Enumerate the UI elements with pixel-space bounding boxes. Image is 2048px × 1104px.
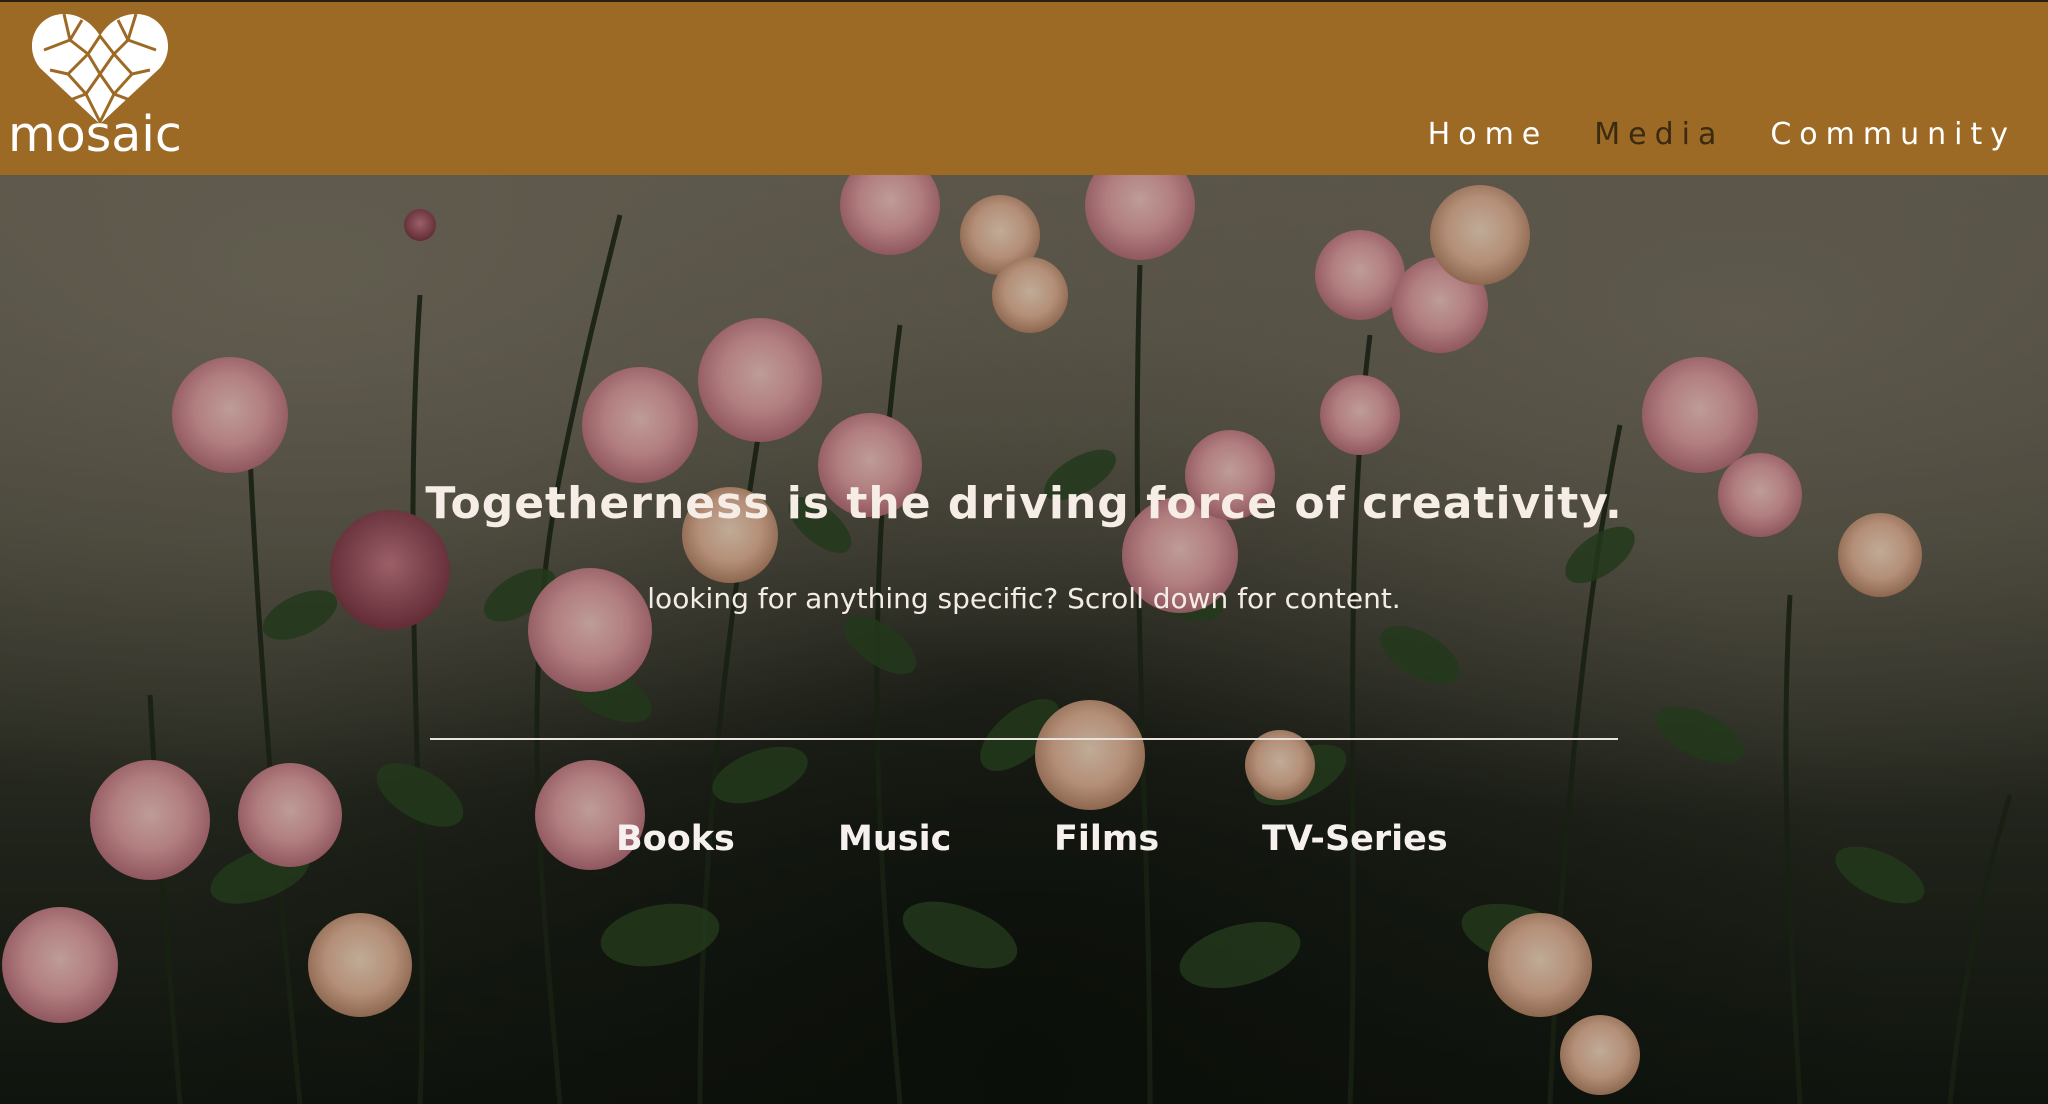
category-books[interactable]: Books <box>616 822 735 857</box>
site-logo[interactable]: mosaic <box>6 10 186 160</box>
hero-tagline: Togetherness is the driving force of cre… <box>425 478 1623 529</box>
hero-overlay <box>0 175 2048 1104</box>
nav-media[interactable]: Media <box>1594 120 1724 150</box>
category-links: Books Music Films TV-Series <box>0 822 2048 872</box>
nav-home[interactable]: Home <box>1428 120 1549 150</box>
hero-section: Togetherness is the driving force of cre… <box>0 175 2048 1104</box>
brand-name: mosaic <box>8 106 182 163</box>
section-divider <box>430 738 1618 740</box>
category-films[interactable]: Films <box>1054 822 1159 857</box>
category-tv-series[interactable]: TV-Series <box>1262 822 1448 857</box>
nav-community[interactable]: Community <box>1770 120 2016 150</box>
site-header: mosaic Home Media Community <box>0 0 2048 175</box>
main-nav: Home Media Community <box>1428 120 2016 150</box>
hero-subline: looking for anything specific? Scroll do… <box>647 582 1401 615</box>
category-music[interactable]: Music <box>838 822 951 857</box>
